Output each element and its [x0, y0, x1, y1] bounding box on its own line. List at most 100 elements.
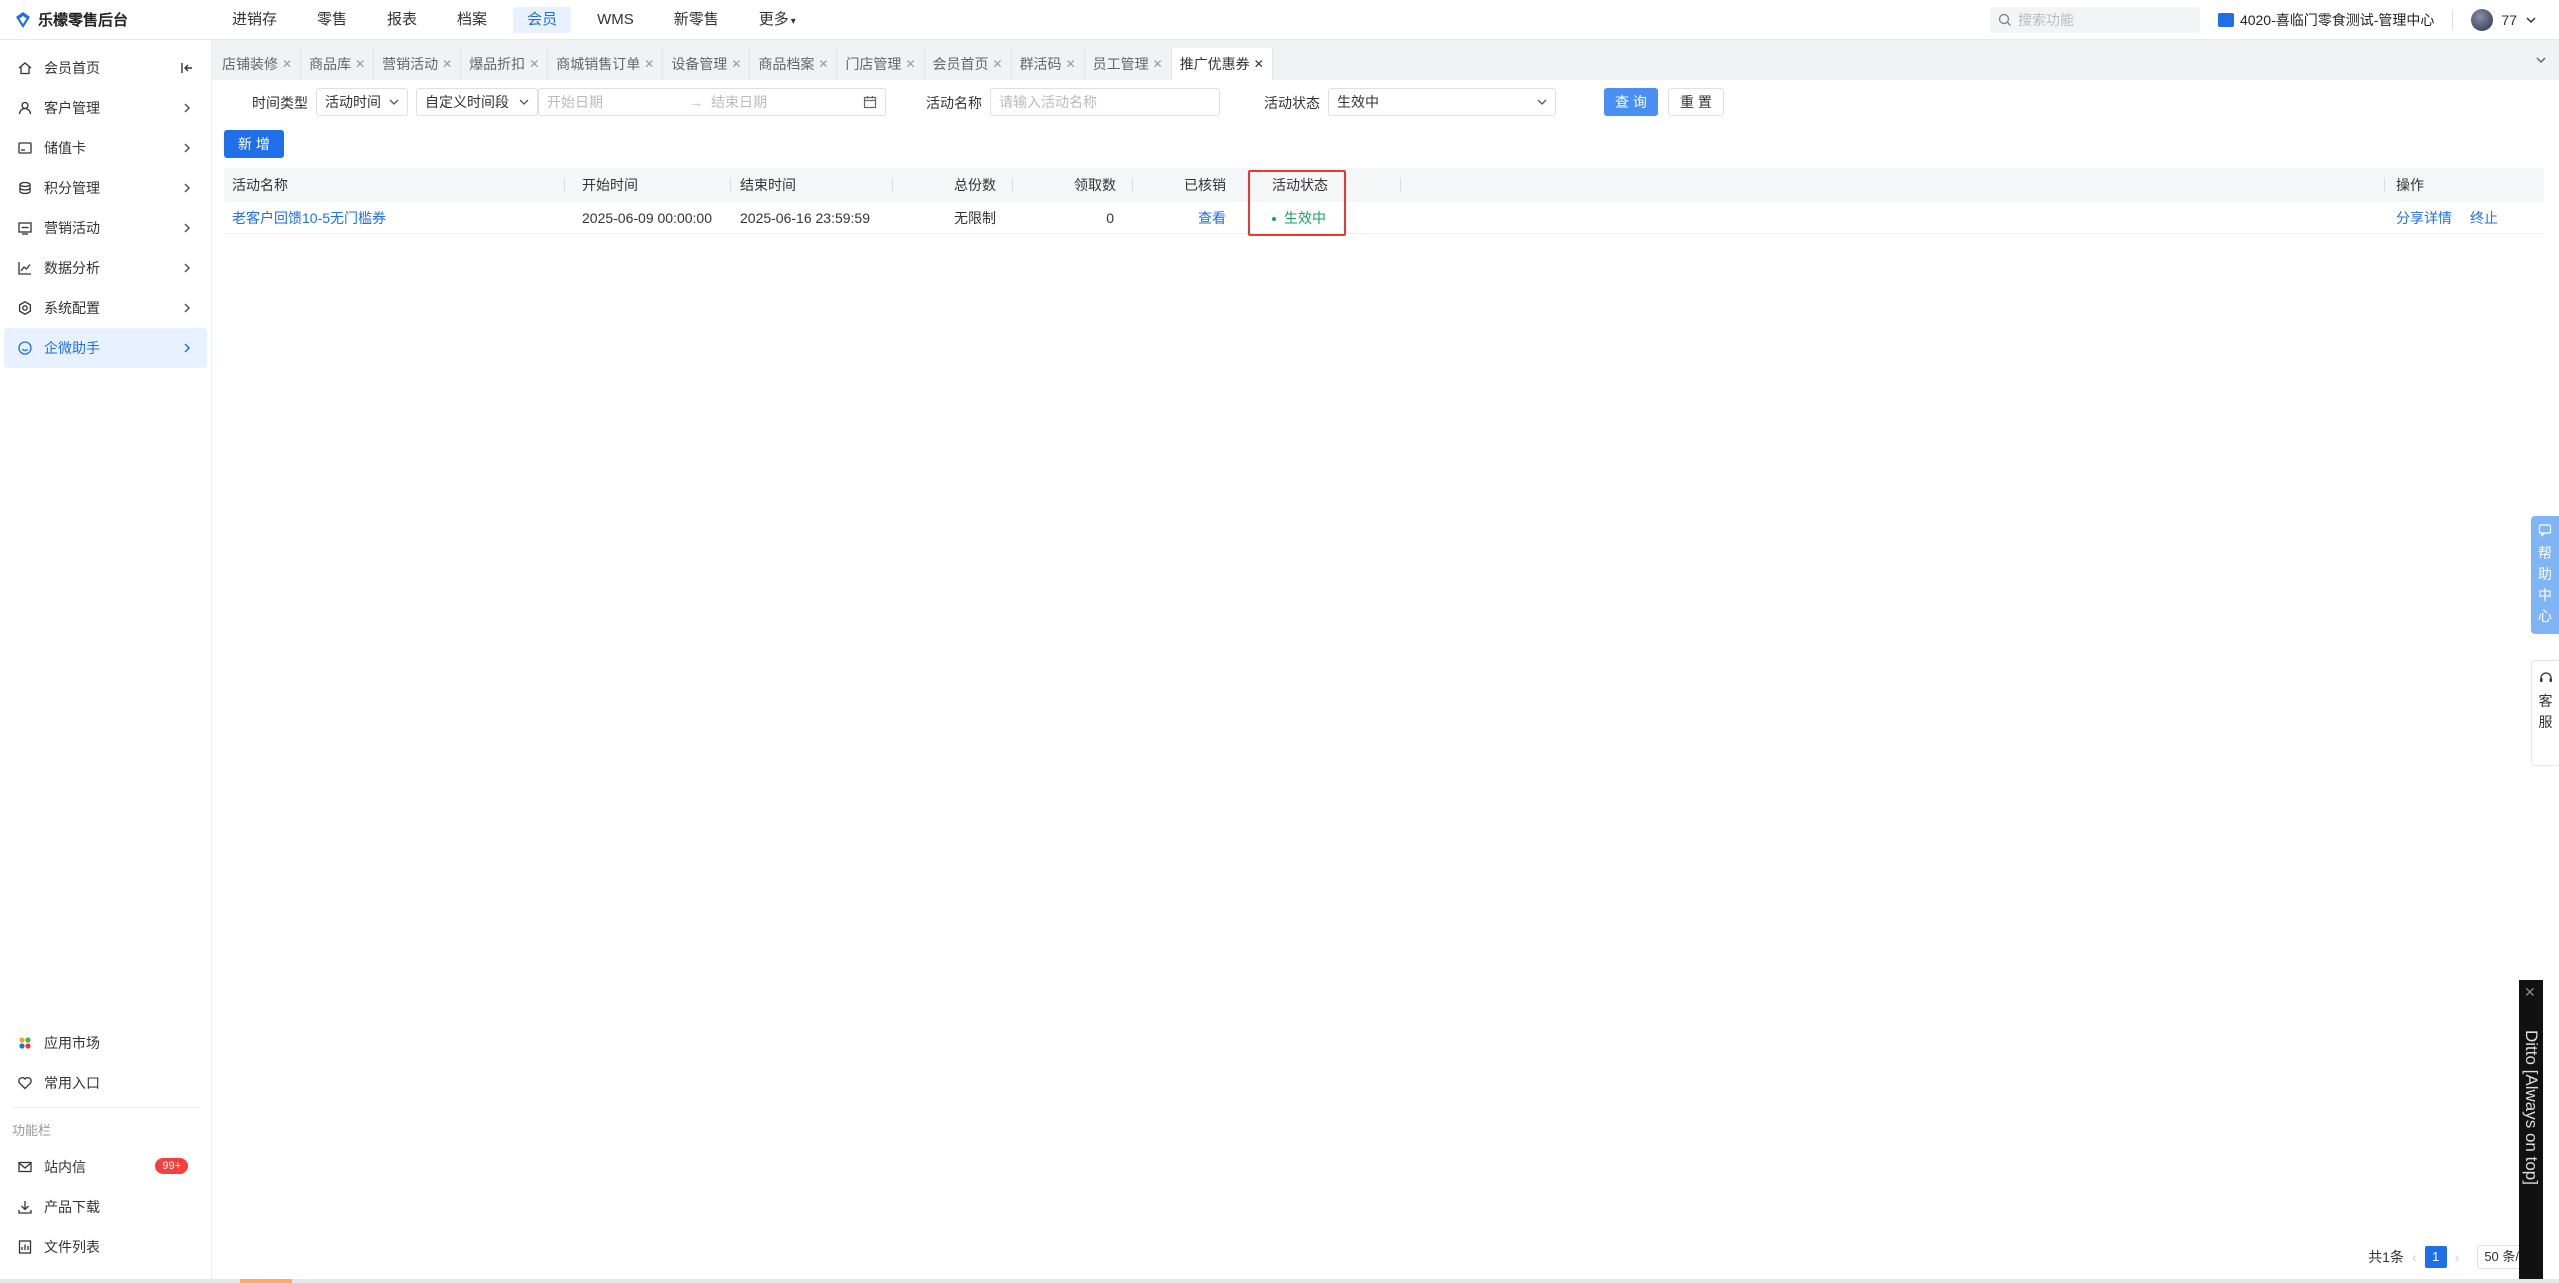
share-details-link[interactable]: 分享详情 — [2396, 202, 2452, 234]
add-button[interactable]: 新 增 — [224, 130, 284, 158]
search-input[interactable]: 搜索功能 — [1989, 7, 2200, 33]
top-bar: 乐檬零售后台 进销存 零售 报表 档案 会员 WMS 新零售 更多 ▾ 搜索功能 4020-喜临… — [0, 0, 2559, 40]
tab[interactable]: 商品库 ✕ — [301, 48, 375, 80]
tab[interactable]: 推广优惠券 ✕ — [1171, 48, 1273, 80]
close-tab-icon[interactable]: ✕ — [818, 48, 828, 80]
top-nav-label: 更多 — [758, 10, 789, 28]
top-nav-item[interactable]: 更多 ▾ — [745, 7, 810, 33]
tab-label: 店铺装修 — [222, 56, 278, 72]
top-nav-item[interactable]: 进销存 — [218, 7, 291, 33]
top-nav-item[interactable]: 报表 — [373, 7, 431, 33]
sidebar: 会员首页 客户管理 储值卡积分管理营销活动数据分析系统配置 企微助手 应用市场 常用入口… — [0, 40, 212, 1283]
chevron-right-icon — [179, 260, 195, 276]
close-tab-icon[interactable]: ✕ — [529, 48, 539, 80]
sidebar-item[interactable]: 储值卡 — [0, 128, 211, 168]
close-tab-icon[interactable]: ✕ — [905, 48, 915, 80]
close-tab-icon[interactable]: ✕ — [731, 48, 741, 80]
close-tab-icon[interactable]: ✕ — [644, 48, 654, 80]
prev-page-icon[interactable]: ‹ — [2412, 1249, 2417, 1265]
tab[interactable]: 商品档案 ✕ — [750, 48, 838, 80]
time-type-select[interactable]: 活动时间 — [316, 88, 408, 116]
sidebar-item[interactable]: 积分管理 — [0, 168, 211, 208]
avatar — [2471, 9, 2494, 31]
page-1-button[interactable]: 1 — [2424, 1246, 2447, 1268]
sidebar-bottom-item[interactable]: 应用市场 — [0, 1023, 212, 1063]
chevron-right-icon — [179, 100, 195, 116]
header-operations: 操作 — [2396, 177, 2424, 193]
view-verified-link[interactable]: 查看 — [1198, 202, 1226, 234]
activity-name-input[interactable]: 请输入活动名称 — [990, 88, 1220, 116]
help-center-button[interactable]: 帮助中心 — [2531, 516, 2559, 634]
message-icon — [2538, 524, 2552, 537]
chevron-right-icon — [179, 300, 195, 316]
tab[interactable]: 店铺装修 ✕ — [214, 48, 302, 80]
top-nav-label: WMS — [597, 10, 634, 28]
top-nav-item[interactable]: 零售 — [303, 7, 361, 33]
pagination: 共1条 ‹ 1 › 50 条/页 — [2368, 1245, 2539, 1269]
activity-name-link[interactable]: 老客户回馈10-5无门槛券 — [232, 202, 386, 234]
next-page-icon[interactable]: › — [2455, 1249, 2460, 1265]
store-switcher[interactable]: 4020-喜临门零食测试-管理中心 — [2217, 10, 2434, 30]
close-tab-icon[interactable]: ✕ — [1153, 48, 1163, 80]
total-count-text: 共1条 — [2368, 1249, 2404, 1265]
tab[interactable]: 设备管理 ✕ — [663, 48, 751, 80]
close-tab-icon[interactable]: ✕ — [355, 48, 365, 80]
customer-service-button[interactable]: 客服 — [2531, 660, 2559, 766]
sidebar-item-label: 数据分析 — [44, 260, 100, 276]
tab[interactable]: 员工管理 ✕ — [1085, 48, 1172, 80]
close-icon[interactable]: ✕ — [2524, 984, 2536, 1001]
sidebar-item[interactable]: 数据分析 — [0, 248, 211, 288]
sidebar-bottom-item[interactable]: 常用入口 — [0, 1063, 212, 1103]
user-menu[interactable]: 77 — [2471, 9, 2539, 31]
card-icon — [16, 139, 34, 157]
sidebar-item[interactable]: 营销活动 — [0, 208, 211, 248]
top-nav-item[interactable]: 新零售 — [660, 7, 733, 33]
tab-label: 员工管理 — [1092, 56, 1149, 72]
tab[interactable]: 群活码 ✕ — [1012, 48, 1085, 80]
sidebar-item[interactable]: 会员首页 — [0, 48, 211, 88]
sidebar-bottom-item[interactable]: 产品下载 — [0, 1187, 212, 1227]
app-logo[interactable]: 乐檬零售后台 — [0, 9, 212, 30]
top-nav-item[interactable]: 档案 — [443, 7, 501, 33]
status-highlight-box — [1248, 170, 1346, 236]
close-tab-icon[interactable]: ✕ — [442, 48, 452, 80]
help-char: 助 — [2538, 566, 2552, 582]
ditto-overlay[interactable]: ✕ Ditto [Always on top] — [2519, 980, 2543, 1280]
sidebar-bottom-item[interactable]: 文件列表 — [0, 1227, 212, 1267]
terminate-link[interactable]: 终止 — [2470, 202, 2498, 234]
sidebar-bottom-item[interactable]: 站内信 99+ — [0, 1147, 212, 1187]
close-tab-icon[interactable]: ✕ — [1066, 48, 1076, 80]
tab[interactable]: 商城销售订单 ✕ — [548, 48, 664, 80]
top-nav-item[interactable]: 会员 — [513, 6, 572, 33]
time-type-label: 时间类型 — [252, 95, 308, 111]
close-tab-icon[interactable]: ✕ — [993, 48, 1003, 80]
user-icon — [16, 99, 34, 117]
date-range-picker[interactable]: 开始日期 → 结束日期 — [538, 88, 886, 116]
tab-label: 设备管理 — [671, 56, 728, 72]
sidebar-item-label: 文件列表 — [44, 1239, 100, 1255]
end-date-placeholder: 结束日期 — [711, 94, 767, 110]
chevron-down-icon — [389, 99, 399, 105]
tab[interactable]: 营销活动 ✕ — [374, 48, 462, 80]
close-tab-icon[interactable]: ✕ — [1254, 48, 1264, 80]
activity-status-select[interactable]: 生效中 — [1328, 88, 1556, 116]
reset-button[interactable]: 重 置 — [1668, 88, 1724, 116]
search-placeholder: 搜索功能 — [2017, 12, 2074, 28]
tab[interactable]: 会员首页 ✕ — [925, 48, 1012, 80]
time-range-value: 自定义时间段 — [425, 94, 509, 110]
query-button[interactable]: 查 询 — [1604, 88, 1658, 116]
time-range-select[interactable]: 自定义时间段 — [416, 88, 538, 116]
collapse-sidebar-icon[interactable] — [179, 60, 195, 76]
sidebar-item[interactable]: 客户管理 — [0, 88, 211, 128]
tab[interactable]: 门店管理 ✕ — [837, 48, 925, 80]
sidebar-item-label: 积分管理 — [44, 180, 100, 196]
sidebar-item[interactable]: 企微助手 — [4, 328, 207, 368]
unread-badge: 99+ — [155, 1158, 188, 1174]
tab[interactable]: 爆品折扣 ✕ — [461, 48, 549, 80]
close-tab-icon[interactable]: ✕ — [282, 48, 292, 80]
sidebar-item[interactable]: 系统配置 — [0, 288, 211, 328]
chart-icon — [16, 259, 34, 277]
top-nav-item[interactable]: WMS — [583, 7, 648, 33]
tabs-more-chevron-icon[interactable] — [2533, 52, 2549, 68]
chevron-right-icon — [179, 340, 195, 356]
